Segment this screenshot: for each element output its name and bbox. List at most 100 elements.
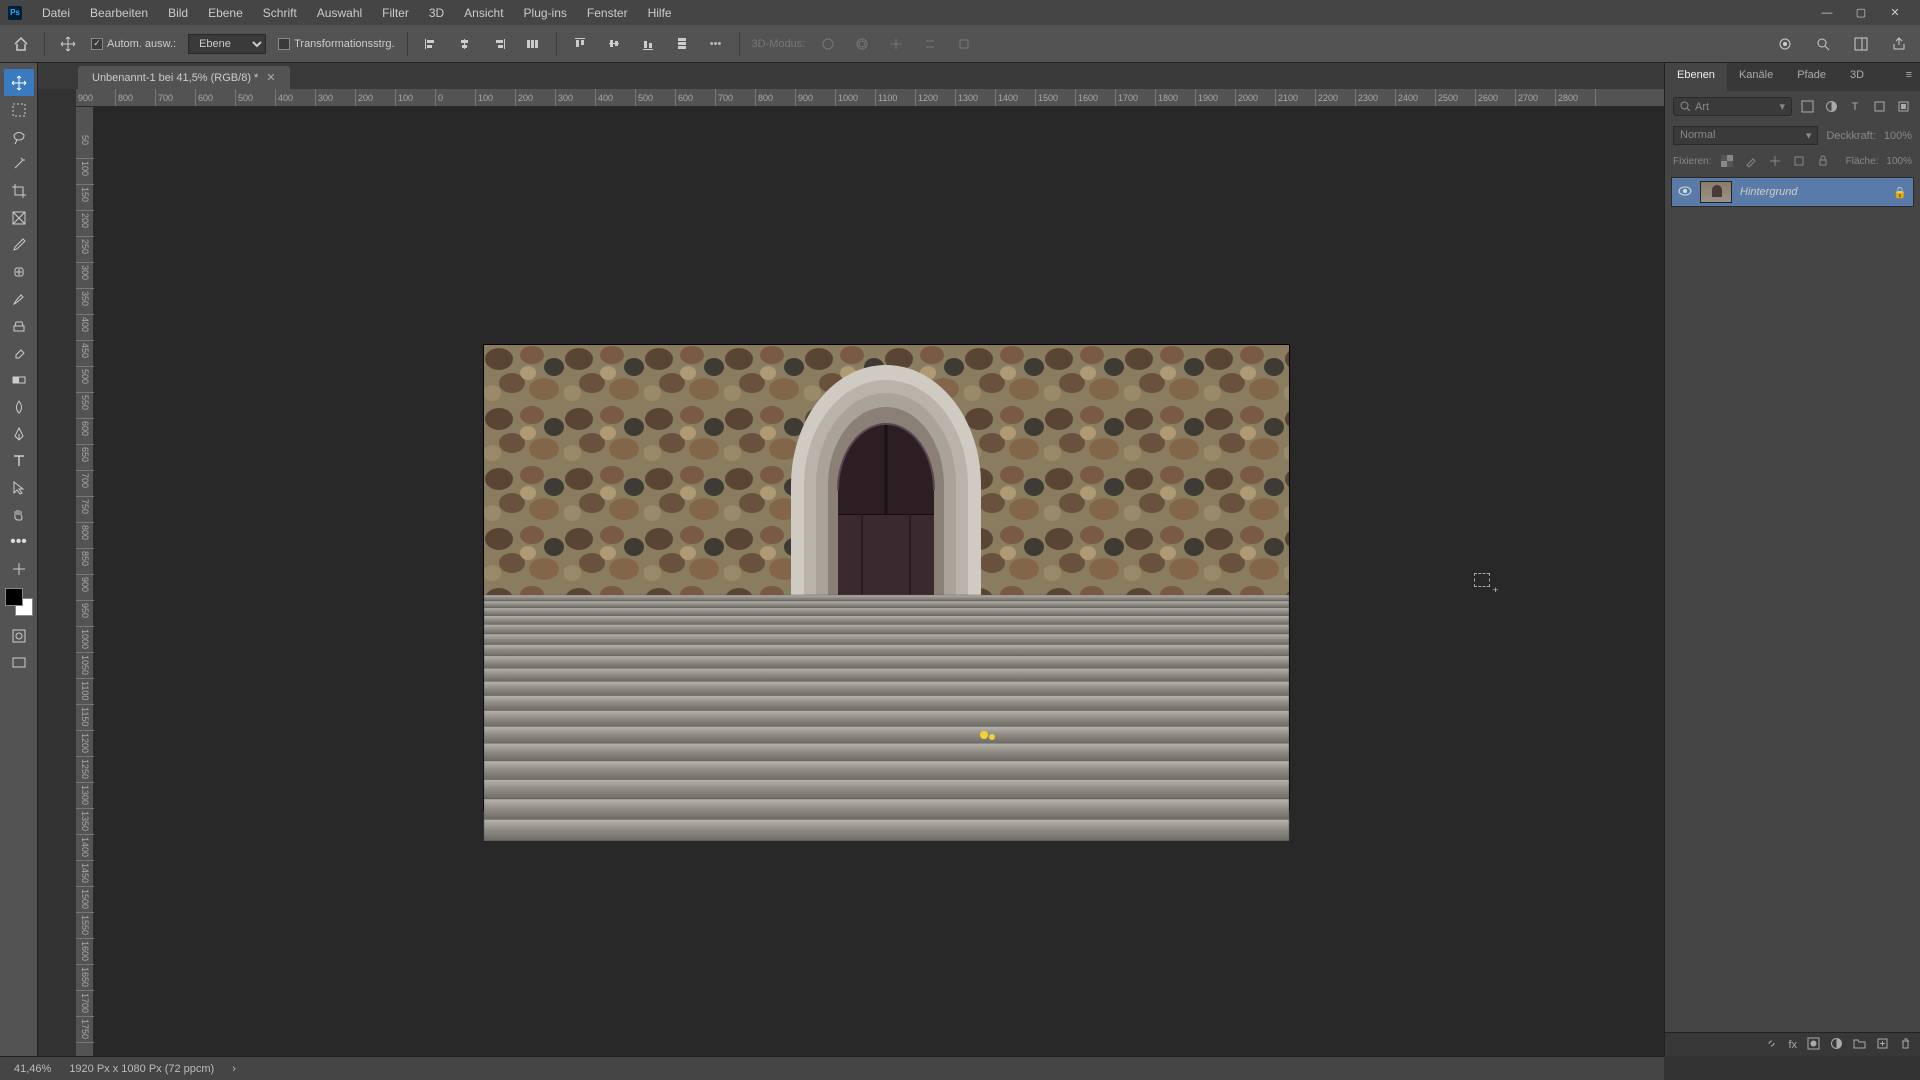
delete-layer-icon[interactable] — [1899, 1037, 1912, 1053]
workspace-switcher-icon[interactable] — [1850, 33, 1872, 55]
menu-hilfe[interactable]: Hilfe — [638, 2, 682, 24]
transform-controls-label: Transformationsstrg. — [294, 38, 394, 50]
window-close-button[interactable]: ✕ — [1878, 4, 1912, 22]
visibility-toggle-icon[interactable] — [1678, 186, 1692, 199]
path-selection-tool[interactable] — [4, 474, 34, 501]
menu-bearbeiten[interactable]: Bearbeiten — [80, 2, 158, 24]
tab-kanaele[interactable]: Kanäle — [1727, 63, 1785, 91]
new-layer-icon[interactable] — [1876, 1037, 1889, 1053]
more-align-icon[interactable]: ••• — [705, 33, 727, 55]
frame-tool[interactable] — [4, 204, 34, 231]
menu-ebene[interactable]: Ebene — [198, 2, 253, 24]
lock-paint-icon[interactable] — [1743, 153, 1759, 169]
share-icon[interactable] — [1888, 33, 1910, 55]
document-dimensions[interactable]: 1920 Px x 1080 Px (72 ppcm) — [69, 1063, 214, 1075]
brush-tool[interactable] — [4, 285, 34, 312]
magic-wand-tool[interactable] — [4, 150, 34, 177]
layer-name[interactable]: Hintergrund — [1740, 186, 1885, 198]
move-tool-icon — [57, 33, 79, 55]
home-button[interactable] — [10, 33, 32, 55]
slide-3d-icon — [919, 33, 941, 55]
adjustment-layer-icon[interactable] — [1830, 1037, 1843, 1053]
move-cursor-icon — [1474, 573, 1490, 587]
cloud-docs-icon[interactable] — [1774, 33, 1796, 55]
marquee-tool[interactable] — [4, 96, 34, 123]
menu-filter[interactable]: Filter — [372, 2, 419, 24]
filter-type-icon[interactable]: T — [1846, 98, 1864, 116]
quickmask-icon[interactable] — [4, 622, 34, 649]
distribute-v-icon[interactable] — [671, 33, 693, 55]
document-tab[interactable]: Unbenannt-1 bei 41,5% (RGB/8) * ✕ — [78, 66, 290, 89]
layer-row[interactable]: Hintergrund 🔒 — [1671, 177, 1914, 207]
auto-select-checkbox[interactable]: ✓Autom. ausw.: — [91, 38, 176, 50]
ruler-horizontal[interactable]: 9008007006005004003002001000100200300400… — [76, 89, 1664, 107]
crop-tool[interactable] — [4, 177, 34, 204]
clone-stamp-tool[interactable] — [4, 312, 34, 339]
search-icon[interactable] — [1812, 33, 1834, 55]
menu-datei[interactable]: Datei — [32, 2, 80, 24]
move-tool[interactable] — [4, 69, 34, 96]
distribute-h-icon[interactable] — [522, 33, 544, 55]
align-hcenter-icon[interactable] — [454, 33, 476, 55]
menu-fenster[interactable]: Fenster — [577, 2, 638, 24]
pen-tool[interactable] — [4, 420, 34, 447]
layer-thumbnail[interactable] — [1700, 181, 1732, 203]
canvas-image[interactable] — [484, 345, 1289, 810]
foreground-background-color[interactable] — [5, 588, 33, 616]
align-vcenter-icon[interactable] — [603, 33, 625, 55]
layer-mask-icon[interactable] — [1807, 1037, 1820, 1053]
layer-filter-search[interactable]: Art ▾ — [1673, 97, 1792, 116]
menu-ansicht[interactable]: Ansicht — [454, 2, 513, 24]
align-bottom-icon[interactable] — [637, 33, 659, 55]
hand-tool[interactable] — [4, 501, 34, 528]
align-left-icon[interactable] — [420, 33, 442, 55]
zoom-level[interactable]: 41,46% — [14, 1063, 51, 1075]
lock-position-icon[interactable] — [1767, 153, 1783, 169]
fill-value[interactable]: 100% — [1886, 156, 1912, 167]
gradient-tool[interactable] — [4, 366, 34, 393]
filter-smart-icon[interactable] — [1894, 98, 1912, 116]
close-tab-icon[interactable]: ✕ — [266, 71, 275, 84]
filter-shape-icon[interactable] — [1870, 98, 1888, 116]
link-layers-icon[interactable] — [1765, 1037, 1778, 1053]
auto-select-target-dropdown[interactable]: Ebene — [188, 34, 266, 54]
layer-style-icon[interactable]: fx — [1788, 1039, 1797, 1051]
menu-3d[interactable]: 3D — [419, 2, 454, 24]
layers-panel: Ebenen Kanäle Pfade 3D ≡ Art ▾ T Normal … — [1664, 63, 1920, 1056]
panel-menu-icon[interactable]: ≡ — [1898, 63, 1920, 91]
lock-transparency-icon[interactable] — [1719, 153, 1735, 169]
menu-schrift[interactable]: Schrift — [253, 2, 307, 24]
transform-controls-checkbox[interactable]: Transformationsstrg. — [278, 38, 394, 50]
window-minimize-button[interactable]: — — [1810, 4, 1844, 22]
more-tools-icon[interactable]: ••• — [4, 528, 34, 555]
type-tool[interactable] — [4, 447, 34, 474]
tab-pfade[interactable]: Pfade — [1785, 63, 1838, 91]
opacity-value[interactable]: 100% — [1884, 130, 1912, 142]
edit-toolbar-icon[interactable] — [4, 555, 34, 582]
menu-auswahl[interactable]: Auswahl — [307, 2, 372, 24]
ruler-vertical[interactable]: 5010015020025030035040045050055060065070… — [76, 107, 94, 1056]
blur-tool[interactable] — [4, 393, 34, 420]
eyedropper-tool[interactable] — [4, 231, 34, 258]
align-right-icon[interactable] — [488, 33, 510, 55]
tab-3d[interactable]: 3D — [1838, 63, 1876, 91]
menu-bild[interactable]: Bild — [158, 2, 198, 24]
eraser-tool[interactable] — [4, 339, 34, 366]
window-maximize-button[interactable]: ▢ — [1844, 4, 1878, 22]
canvas-viewport[interactable] — [94, 107, 1664, 1056]
menu-plugins[interactable]: Plug-ins — [514, 2, 577, 24]
status-chevron-icon[interactable]: › — [232, 1063, 236, 1075]
new-group-icon[interactable] — [1853, 1037, 1866, 1053]
lock-artboard-icon[interactable] — [1791, 153, 1807, 169]
tab-ebenen[interactable]: Ebenen — [1665, 63, 1727, 91]
align-top-icon[interactable] — [569, 33, 591, 55]
lock-icon[interactable]: 🔒 — [1893, 186, 1907, 199]
lock-label: Fixieren: — [1673, 156, 1711, 167]
lock-all-icon[interactable] — [1815, 153, 1831, 169]
lasso-tool[interactable] — [4, 123, 34, 150]
healing-brush-tool[interactable] — [4, 258, 34, 285]
blend-mode-dropdown[interactable]: Normal ▾ — [1673, 126, 1818, 145]
filter-pixel-icon[interactable] — [1798, 98, 1816, 116]
screen-mode-icon[interactable] — [4, 649, 34, 676]
filter-adjust-icon[interactable] — [1822, 98, 1840, 116]
